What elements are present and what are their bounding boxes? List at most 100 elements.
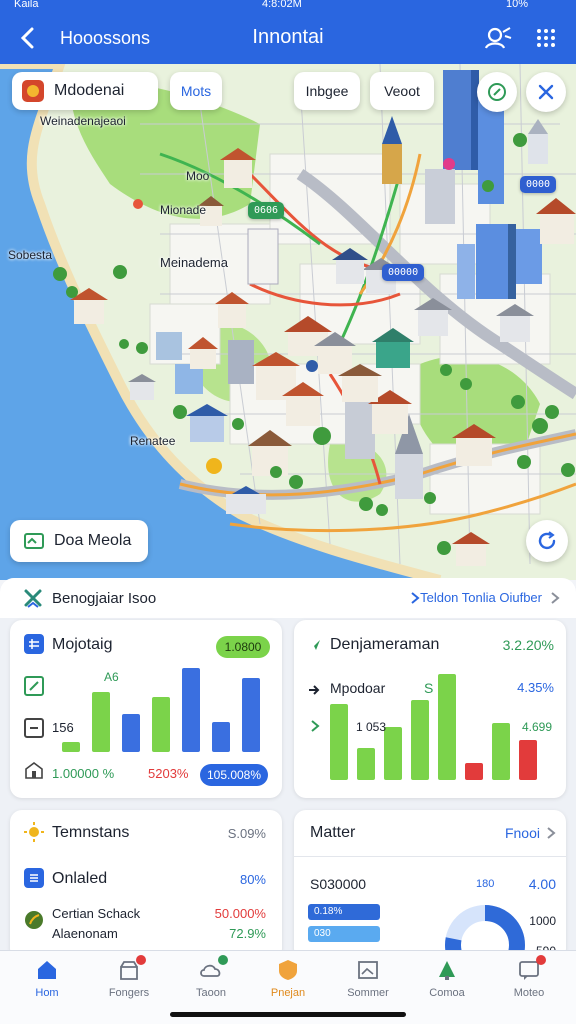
cloud-icon	[198, 955, 228, 983]
tab-taoon[interactable]: Taoon	[170, 955, 252, 1009]
metric-card-right-top[interactable]: Denjameraman 3.2.20% Mpodoar S 4.35% 1 0…	[294, 620, 566, 798]
sheet-title: Benogjaiar Isoo	[52, 590, 157, 607]
tab-moteo[interactable]: Moteo	[488, 955, 570, 1009]
chart-bar	[122, 714, 140, 752]
leaf-icon	[25, 911, 43, 929]
chart-bar	[438, 674, 456, 780]
map-canvas	[0, 64, 576, 580]
tab-label: Sommer	[347, 987, 389, 999]
map-area-label: Mionade	[160, 203, 207, 217]
edit-icon	[24, 676, 44, 696]
inner-value: 1 053	[356, 720, 387, 734]
table-icon	[24, 634, 44, 654]
notification-dot	[218, 955, 228, 965]
map-chip-0[interactable]: Mots	[170, 72, 222, 110]
footer-left-value: 1.00000 %	[52, 766, 115, 781]
minus-box-icon	[24, 718, 44, 738]
chevron-right-icon[interactable]	[546, 827, 556, 839]
map-marker-tag[interactable]: 0000	[520, 176, 557, 193]
chevron-right-icon[interactable]	[550, 592, 560, 604]
place-search-chip[interactable]: Mdodenai	[12, 72, 158, 110]
metric-card-left-bottom[interactable]: Temnstans S.09% Onlaled 80% Certian Scha…	[10, 810, 282, 950]
tools-button[interactable]	[526, 72, 566, 112]
carrier-label: Kaila	[14, 0, 39, 10]
insights-sheet: Benogjaiar Isoo Teldon Tonlia Oiufber Mo…	[0, 578, 576, 950]
footer-pill: 105.008%	[200, 764, 268, 786]
tab-label: Comoa	[429, 987, 465, 999]
sheet-link[interactable]: Teldon Tonlia Oiufber	[420, 590, 542, 605]
row-value: 80%	[239, 872, 266, 887]
account-button[interactable]	[482, 22, 514, 54]
map-marker-tag[interactable]: 0606	[248, 202, 285, 219]
progress-bar-2: 030	[308, 926, 380, 942]
map-view-icon	[24, 533, 44, 549]
notification-dot	[136, 955, 146, 965]
notification-dot	[536, 955, 546, 965]
tab-sommer[interactable]: Sommer	[327, 957, 409, 1009]
card-link[interactable]: Fnooi	[505, 825, 540, 841]
chart-bar	[357, 748, 375, 780]
chart-bar	[182, 668, 200, 752]
tab-label: Taoon	[196, 987, 226, 999]
map-area-label: Sobesta	[8, 248, 53, 262]
map-chip-2[interactable]: Veoot	[370, 72, 434, 110]
home-indicator	[170, 1012, 406, 1017]
sun-icon	[24, 822, 44, 842]
tab-fongers[interactable]: Fongers	[88, 955, 170, 1009]
right-value: 4.699	[521, 720, 552, 734]
location-chip-label: Doa Meola	[54, 532, 132, 549]
chart-bar	[92, 692, 110, 752]
footer-mid-value: 5203%	[148, 766, 189, 781]
map-area-label: Weinadenajeaoi	[40, 114, 126, 128]
route-button[interactable]	[477, 72, 517, 112]
tab-label: Hom	[35, 987, 59, 999]
home-icon	[34, 957, 60, 983]
chart-bar	[465, 763, 483, 780]
side-value: 1000	[529, 914, 556, 928]
tab-label: Fongers	[108, 987, 150, 999]
map-area-label: Renatee	[130, 434, 176, 448]
tab-pnejan[interactable]: Pnejan	[247, 957, 329, 1009]
message-icon	[516, 955, 546, 983]
recenter-button[interactable]	[526, 520, 568, 562]
city-map[interactable]: Mdodenai Mots Inbgee Veoot Weinadenajeao…	[0, 64, 576, 580]
tab-label: Moteo	[513, 987, 545, 999]
chart-bar	[492, 723, 510, 780]
map-chip-1[interactable]: Inbgee	[294, 72, 360, 110]
tab-label: Pnejan	[270, 987, 306, 999]
arrow-right-icon	[309, 685, 320, 695]
metric-card-right-bottom[interactable]: Matter Fnooi S030000 180 4.00 0.18% 030 …	[294, 810, 566, 950]
tab-home[interactable]: Hom	[6, 957, 88, 1009]
building-icon	[24, 760, 44, 780]
place-search-text: Mdodenai	[54, 82, 125, 99]
grid-icon	[537, 29, 555, 47]
user-search-icon	[484, 27, 512, 49]
menu-grid-button[interactable]	[530, 22, 562, 54]
card-value: S030000	[310, 876, 367, 892]
map-area-label: Moo	[186, 169, 210, 183]
chart-bar	[384, 727, 402, 780]
app-header: Hooossons Innontai	[0, 12, 576, 64]
navigation-icon	[488, 83, 506, 101]
chevron-right-icon	[311, 720, 320, 732]
image-icon	[355, 957, 381, 983]
row-label: Alaenonam	[52, 926, 118, 941]
battery-label: 10%	[506, 0, 529, 10]
row-label: Certian Schack	[52, 906, 141, 921]
card-title: Matter	[310, 824, 356, 841]
tab-comoa[interactable]: Comoa	[406, 957, 488, 1009]
bar-chart	[62, 666, 272, 752]
location-chip[interactable]: Doa Meola	[10, 520, 148, 562]
chart-bar	[519, 740, 537, 780]
row-value: 72.9%	[229, 926, 266, 941]
chart-bar	[152, 697, 170, 752]
progress-bar-1: 0.18%	[308, 904, 380, 920]
location-arrow-icon	[310, 640, 320, 650]
metric-card-left-top[interactable]: Mojotaig 1.0800 A6 156 1.00000 % 5203% 1…	[10, 620, 282, 798]
chart-bar	[242, 678, 260, 752]
card-value: 3.2.20%	[502, 637, 554, 653]
chart-bar	[62, 742, 80, 752]
status-bar: Kaila 4:8:02M 10%	[0, 0, 576, 12]
column-label: 180	[476, 878, 495, 890]
map-marker-tag[interactable]: 00000	[382, 264, 425, 281]
